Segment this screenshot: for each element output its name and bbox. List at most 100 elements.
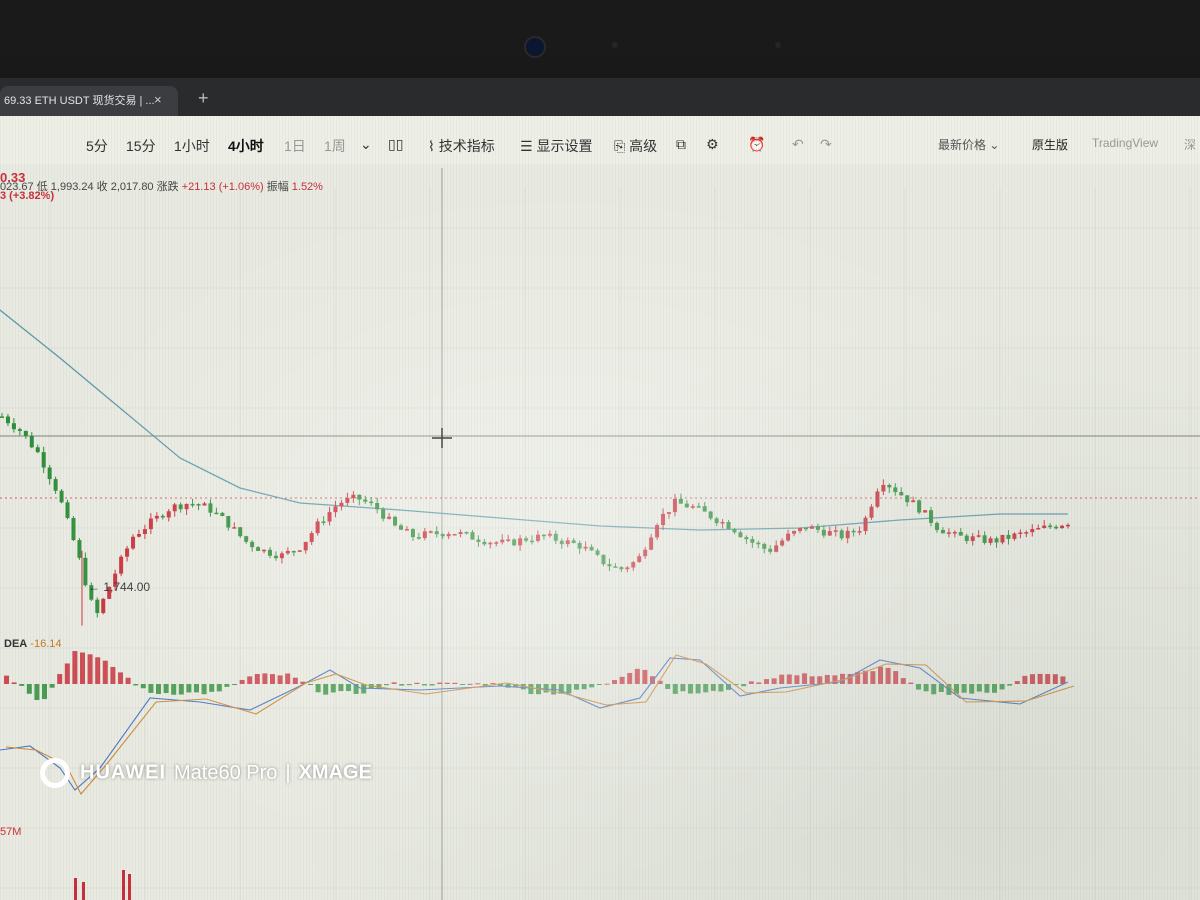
macd-bar [254, 673, 260, 684]
candle-body [285, 550, 290, 554]
candle-body [297, 550, 302, 552]
volume-bar [82, 882, 85, 900]
candle-body [595, 550, 600, 555]
macd-bar [1045, 674, 1051, 684]
candle-body [464, 532, 469, 534]
macd-bar [794, 675, 800, 684]
candle-body [768, 548, 773, 552]
watermark-model: Mate60 Pro [174, 761, 278, 784]
candle-body [381, 509, 386, 519]
candle-body [1030, 529, 1035, 533]
macd-bar [178, 684, 184, 695]
camera-watermark: HUAWEI Mate60 Pro | XMAGE [40, 758, 372, 788]
candle-body [267, 549, 272, 556]
candle-body [65, 502, 70, 518]
macd-bar [809, 676, 815, 684]
candle-body [803, 527, 808, 530]
candle-body [422, 531, 427, 539]
macd-bar [1007, 684, 1013, 686]
macd-bar [634, 668, 640, 684]
macd-bar [346, 684, 351, 692]
macd-bar [665, 684, 671, 689]
candle-body [202, 503, 207, 506]
sensor-dot [775, 42, 781, 48]
candle-body [553, 533, 558, 541]
candle-body [518, 538, 523, 546]
candle-body [238, 527, 243, 537]
macd-bar [95, 657, 101, 684]
candle-body [488, 542, 493, 545]
candle-body [762, 543, 767, 549]
candle-body [428, 531, 433, 533]
candle-body [833, 530, 838, 532]
candle-body [351, 494, 356, 499]
candle-body [119, 556, 124, 574]
candle-body [506, 539, 511, 541]
candle-body [512, 539, 517, 546]
macd-bar [209, 684, 215, 692]
candle-body [857, 531, 862, 533]
candle-body [5, 416, 10, 424]
dea-label: DEA [4, 638, 28, 650]
candle-body [214, 512, 219, 515]
candle-body [970, 536, 975, 542]
candle-body [47, 467, 52, 480]
candle-body [232, 527, 237, 529]
macd-bar [680, 684, 686, 692]
macd-bar [201, 684, 207, 695]
candle-body [952, 532, 957, 534]
macd-bar [216, 684, 222, 692]
candle-body [500, 539, 505, 543]
macd-bar [285, 673, 291, 684]
macd-bar [475, 683, 481, 685]
candle-body [678, 498, 683, 504]
candle-body [982, 535, 987, 543]
candle-body [357, 494, 362, 500]
candle-body [101, 598, 106, 614]
candle-body [178, 504, 183, 510]
candle-body [792, 531, 797, 534]
macd-bar [741, 684, 747, 687]
candle-body [154, 515, 159, 519]
candle-body [851, 530, 856, 533]
macd-bar [406, 684, 412, 686]
volume-bar [122, 870, 125, 900]
macd-bar [429, 684, 435, 686]
macd-bar [817, 676, 823, 684]
macd-bar [391, 682, 397, 684]
macd-bar [148, 684, 154, 693]
candle-body [1036, 528, 1041, 530]
macd-bar [581, 684, 587, 690]
macd-bar [969, 684, 975, 694]
candle-body [976, 535, 981, 537]
candle-body [59, 490, 64, 503]
macd-bar [885, 667, 891, 684]
candle-body [470, 532, 475, 540]
macd-bar [992, 684, 997, 693]
macd-bar [308, 684, 313, 685]
macd-bar [125, 677, 131, 684]
candle-body [946, 532, 951, 534]
candle-body [547, 533, 552, 536]
macd-bar [718, 684, 724, 692]
candle-body [917, 500, 922, 513]
macd-bar [688, 684, 693, 694]
macd-bar [4, 675, 9, 684]
candle-body [458, 532, 463, 535]
macd-bar [224, 684, 230, 687]
candle-body [988, 538, 993, 543]
macd-bar [900, 678, 906, 684]
candle-body [887, 484, 892, 488]
candle-body [35, 447, 40, 453]
macd-bar [916, 684, 921, 690]
candle-body [750, 539, 755, 543]
macd-bar [976, 684, 982, 692]
macd-bar [771, 678, 777, 684]
macd-bar [961, 684, 967, 693]
candle-body [345, 498, 350, 503]
candle-body [208, 503, 213, 513]
candle-body [416, 537, 421, 539]
candle-body [619, 567, 624, 570]
candle-body [744, 537, 749, 540]
candle-body [631, 562, 636, 568]
